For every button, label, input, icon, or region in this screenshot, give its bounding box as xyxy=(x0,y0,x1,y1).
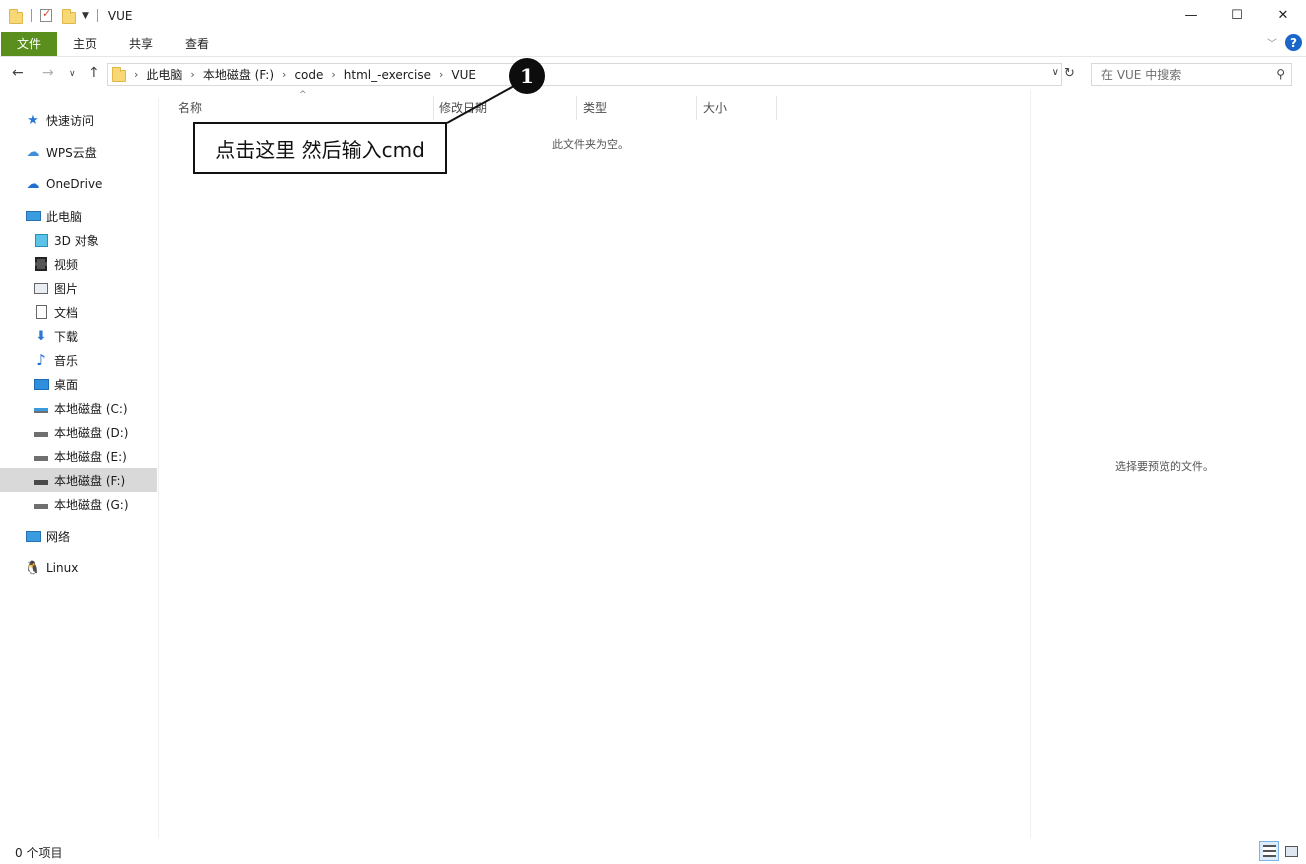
annotation-callout: 点击这里 然后输入cmd xyxy=(193,122,447,174)
annotation-marker: 1 xyxy=(509,58,545,94)
